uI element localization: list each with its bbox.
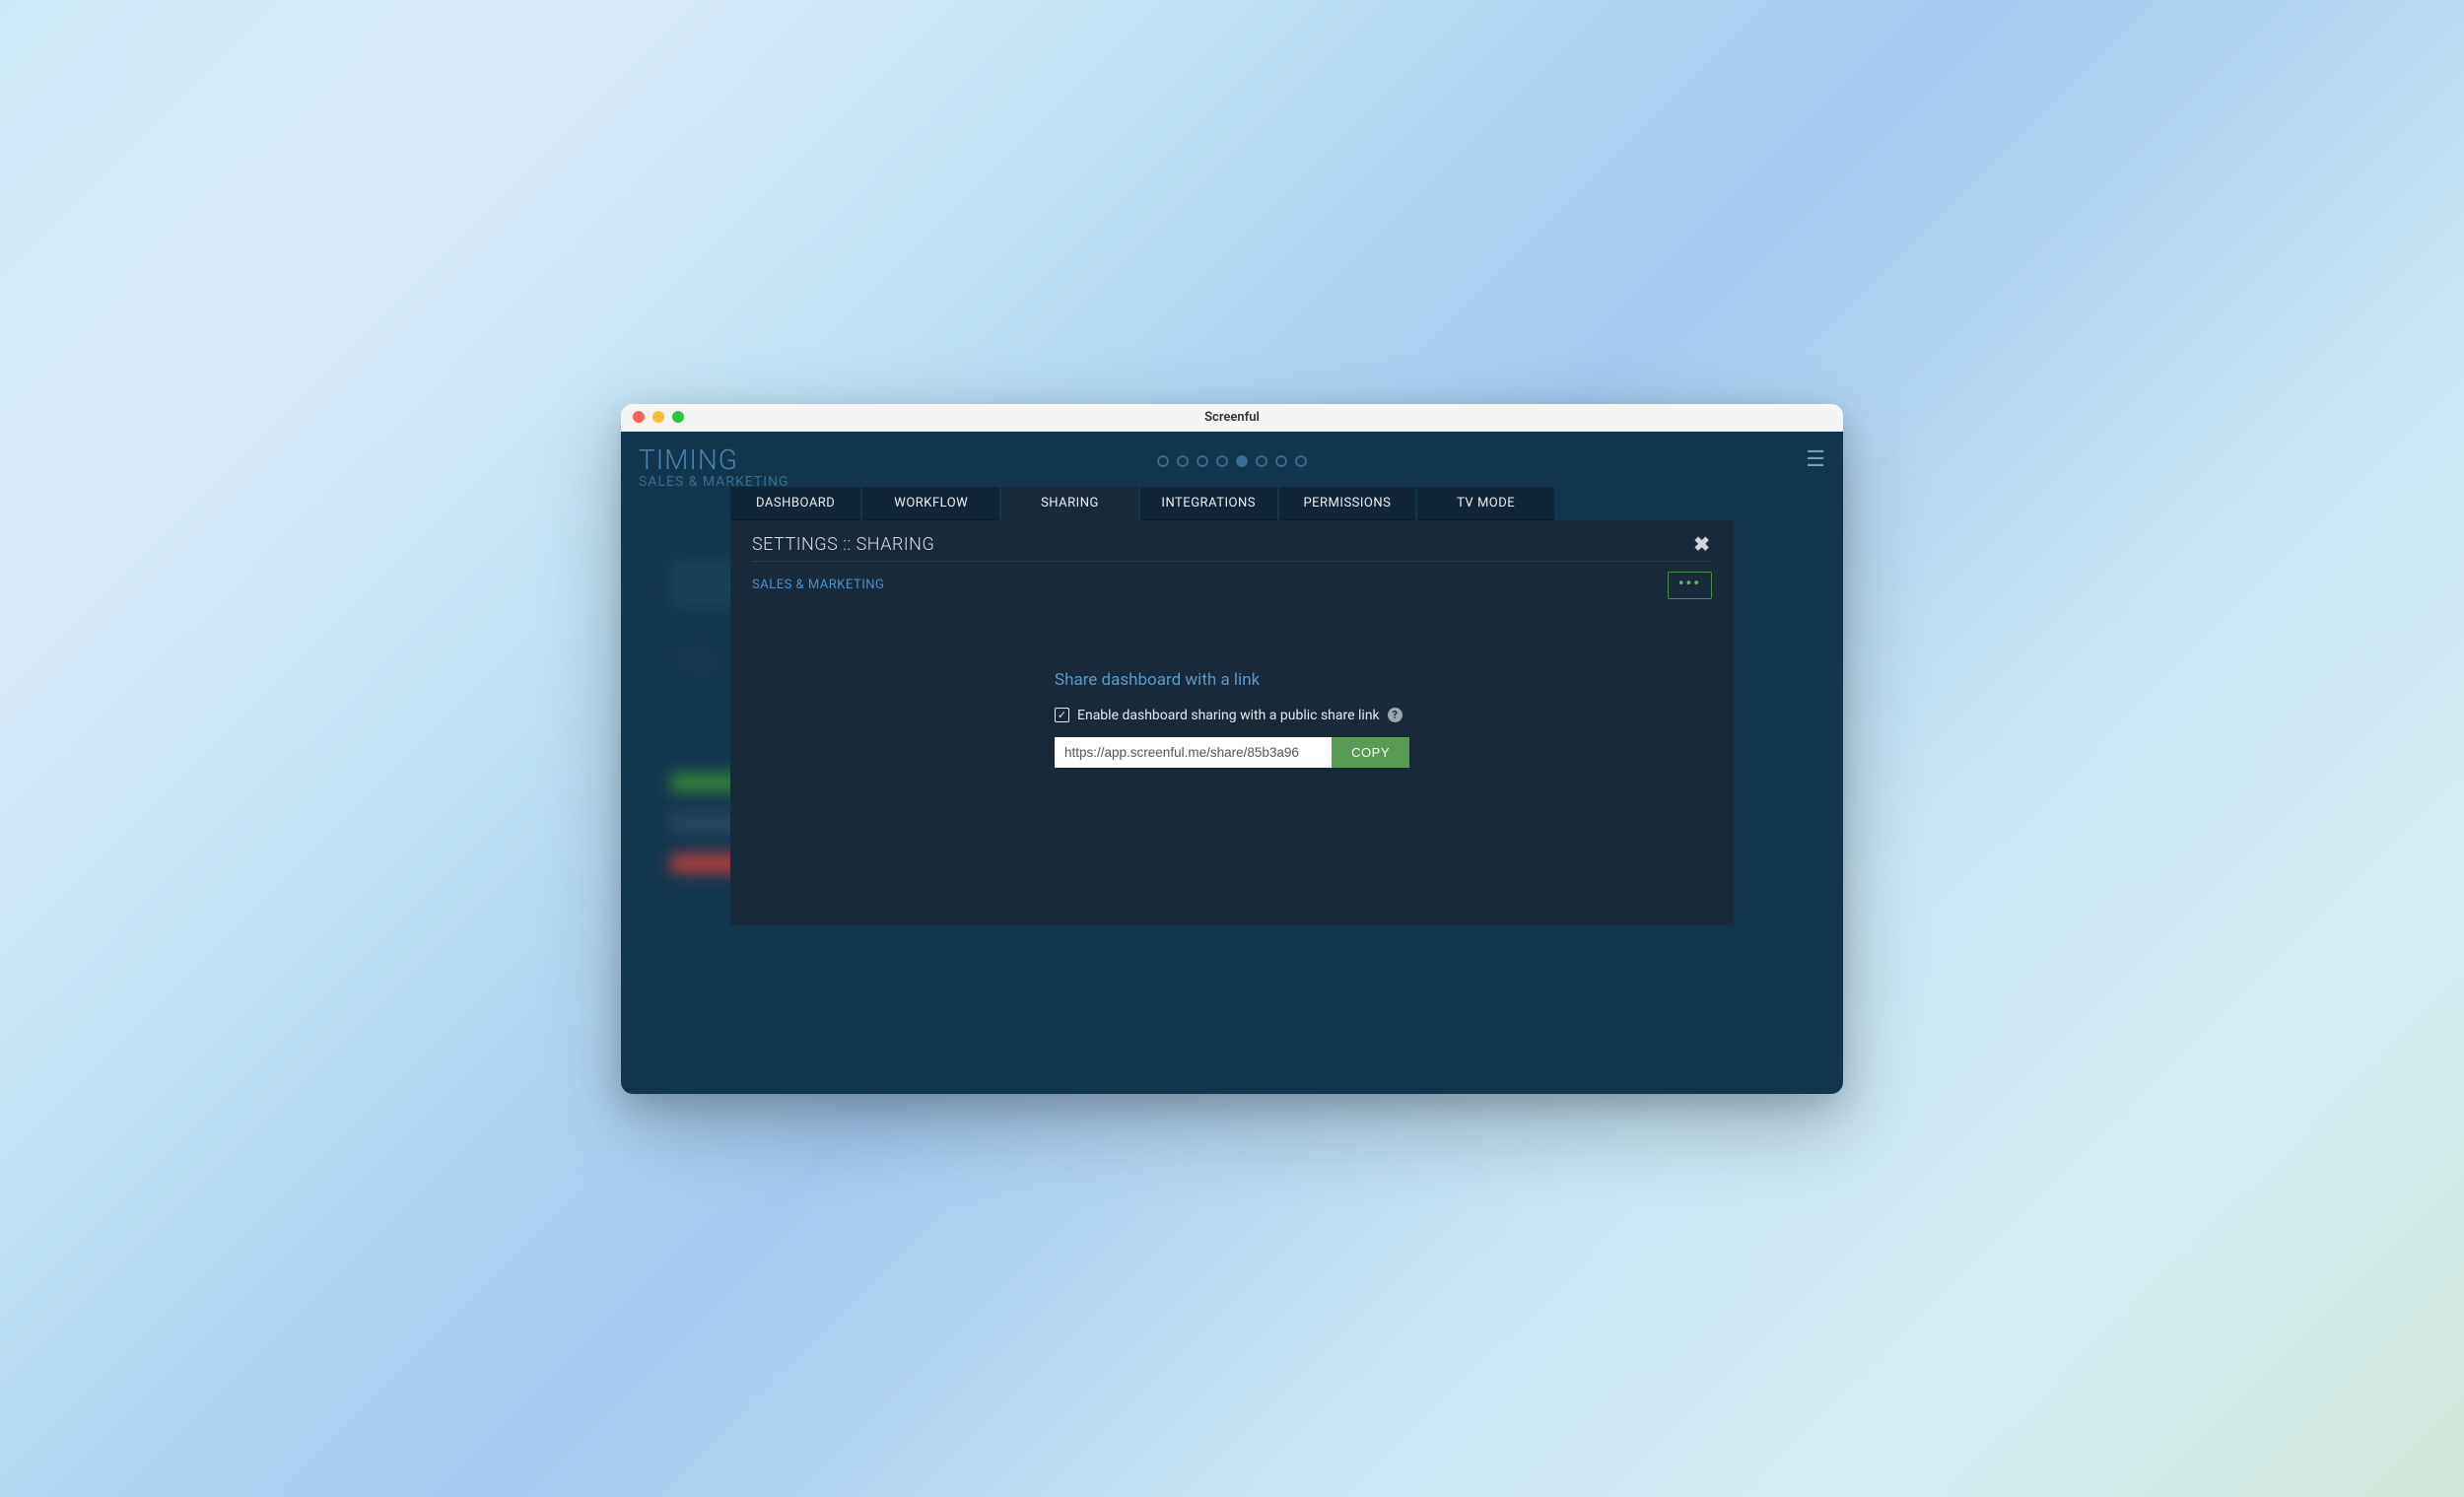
share-url-input[interactable] bbox=[1055, 737, 1332, 768]
dashboard-title: TIMING bbox=[639, 443, 789, 476]
tab-dashboard[interactable]: DASHBOARD bbox=[730, 487, 860, 520]
enable-sharing-checkbox-row[interactable]: ✓ Enable dashboard sharing with a public… bbox=[1055, 708, 1409, 723]
pager-dot[interactable] bbox=[1275, 455, 1287, 467]
dashboard-header: TIMING SALES & MARKETING ☰ bbox=[621, 432, 1843, 490]
titlebar: Screenful bbox=[621, 404, 1843, 432]
traffic-lights bbox=[633, 411, 684, 423]
tab-sharing[interactable]: SHARING bbox=[1001, 487, 1138, 520]
share-url-row: COPY bbox=[1055, 737, 1409, 768]
window-zoom-button[interactable] bbox=[672, 411, 684, 423]
pager-dot[interactable] bbox=[1295, 455, 1307, 467]
modal-subtitle: SALES & MARKETING bbox=[752, 578, 884, 592]
share-heading: Share dashboard with a link bbox=[1055, 670, 1409, 690]
window-title: Screenful bbox=[621, 410, 1843, 425]
tab-permissions[interactable]: PERMISSIONS bbox=[1279, 487, 1416, 520]
settings-tabbar: DASHBOARDWORKFLOWSHARINGINTEGRATIONSPERM… bbox=[730, 487, 1554, 520]
checkbox-label: Enable dashboard sharing with a public s… bbox=[1077, 708, 1380, 723]
pager-dot[interactable] bbox=[1157, 455, 1169, 467]
tab-workflow[interactable]: WORKFLOW bbox=[862, 487, 999, 520]
window-minimize-button[interactable] bbox=[652, 411, 664, 423]
slide-pager[interactable] bbox=[1157, 455, 1307, 467]
pager-dot[interactable] bbox=[1177, 455, 1189, 467]
pager-dot[interactable] bbox=[1216, 455, 1228, 467]
settings-modal: SETTINGS :: SHARING ✖ SALES & MARKETING … bbox=[730, 520, 1734, 925]
modal-title: SETTINGS :: SHARING bbox=[752, 534, 934, 555]
help-icon[interactable]: ? bbox=[1388, 708, 1403, 722]
share-section: Share dashboard with a link ✓ Enable das… bbox=[1055, 670, 1409, 768]
app-window: Screenful TIMING SALES & MARKETING ☰ 10 bbox=[621, 404, 1843, 1094]
window-close-button[interactable] bbox=[633, 411, 645, 423]
menu-icon[interactable]: ☰ bbox=[1806, 443, 1825, 471]
close-icon[interactable]: ✖ bbox=[1691, 534, 1712, 554]
app-body: TIMING SALES & MARKETING ☰ 10 bbox=[621, 432, 1843, 1094]
pager-dot[interactable] bbox=[1197, 455, 1208, 467]
pager-dot[interactable] bbox=[1236, 455, 1248, 467]
checkbox-icon: ✓ bbox=[1055, 708, 1069, 722]
tab-integrations[interactable]: INTEGRATIONS bbox=[1140, 487, 1277, 520]
pager-dot[interactable] bbox=[1256, 455, 1267, 467]
copy-button[interactable]: COPY bbox=[1332, 737, 1409, 768]
settings-modal-wrap: DASHBOARDWORKFLOWSHARINGINTEGRATIONSPERM… bbox=[730, 487, 1734, 925]
more-options-button[interactable]: ••• bbox=[1668, 572, 1712, 599]
tab-tv-mode[interactable]: TV MODE bbox=[1417, 487, 1554, 520]
